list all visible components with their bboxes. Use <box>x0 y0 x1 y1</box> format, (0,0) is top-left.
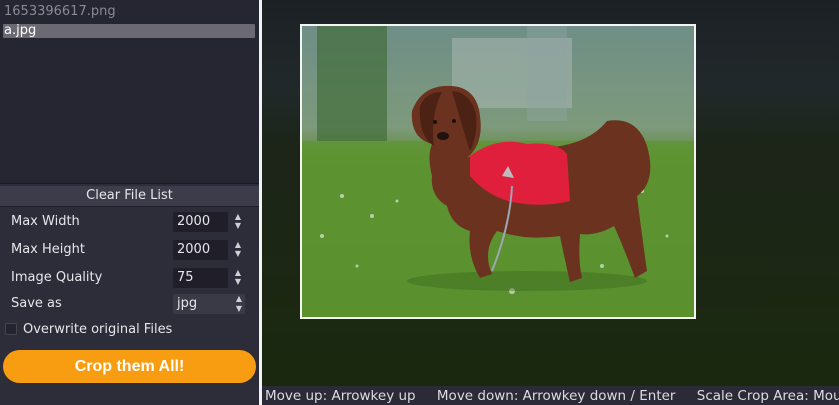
max-width-label: Max Width <box>11 214 80 229</box>
image-quality-label: Image Quality <box>11 270 103 285</box>
save-as-value: jpg <box>177 296 198 311</box>
sidebar: 1653396617.png a.jpg Clear File List Max… <box>0 0 259 405</box>
file-list-item-selected[interactable]: a.jpg <box>3 24 255 38</box>
file-list[interactable]: 1653396617.png a.jpg <box>0 0 259 184</box>
dog-photo <box>302 26 694 317</box>
max-height-label: Max Height <box>11 242 85 257</box>
status-move-down: Move down: Arrowkey down / Enter <box>436 388 676 404</box>
save-as-label: Save as <box>11 296 62 311</box>
max-width-input[interactable]: 2000 <box>173 212 228 232</box>
save-as-select[interactable]: jpg ▲ ▼ <box>173 294 245 314</box>
image-quality-spinner-icon[interactable]: ▲ ▼ <box>232 268 244 288</box>
image-preview[interactable] <box>262 0 839 386</box>
file-list-item[interactable]: 1653396617.png <box>3 5 116 19</box>
image-quality-input[interactable]: 75 <box>173 268 228 288</box>
select-arrows-icon: ▲ ▼ <box>235 294 242 313</box>
crop-area[interactable] <box>300 24 696 319</box>
max-width-spinner-icon[interactable]: ▲ ▼ <box>232 212 244 232</box>
crop-them-all-button[interactable]: Crop them All! <box>3 350 256 383</box>
overwrite-label[interactable]: Overwrite original Files <box>23 320 172 340</box>
clear-file-list-button[interactable]: Clear File List <box>0 186 259 207</box>
max-height-input[interactable]: 2000 <box>173 240 228 260</box>
overwrite-checkbox-icon[interactable] <box>5 323 17 335</box>
max-height-spinner-icon[interactable]: ▲ ▼ <box>232 240 244 260</box>
status-move-up: Move up: Arrowkey up <box>265 388 416 404</box>
status-bar: Move up: Arrowkey up Move down: Arrowkey… <box>262 386 839 405</box>
status-scale: Scale Crop Area: Mouse Wheel <box>696 388 839 404</box>
